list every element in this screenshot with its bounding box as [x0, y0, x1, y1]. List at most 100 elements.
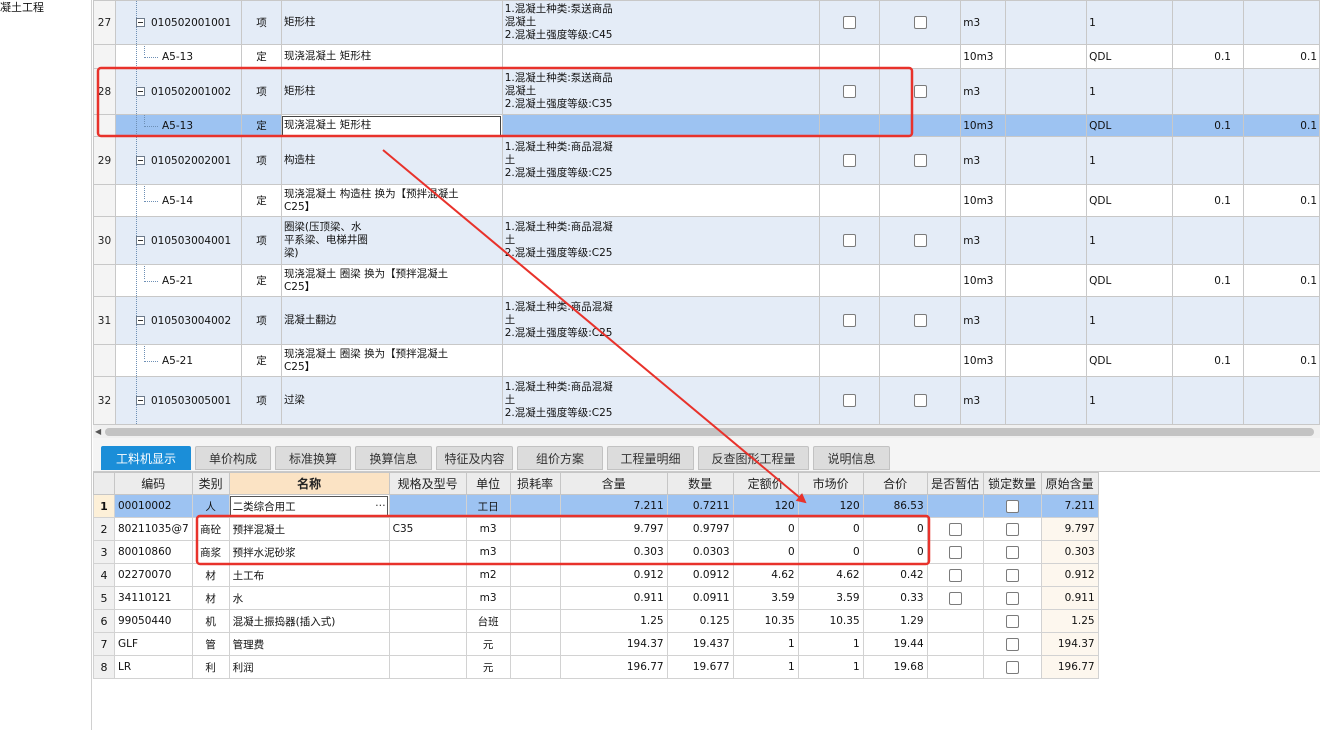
resource-spec[interactable]: C35: [388, 517, 467, 541]
code-cell[interactable]: 010502001001: [114, 0, 242, 45]
name-cell[interactable]: 现浇混凝土 矩形柱: [280, 114, 503, 137]
checkbox[interactable]: [913, 394, 927, 407]
resource-loss[interactable]: [509, 632, 561, 656]
bill-item-row[interactable]: 30 010503004001 项圈梁(压顶梁、水 平系梁、电梯井圈 梁) 1.混凝土…: [93, 216, 1320, 265]
feature-cell[interactable]: [501, 264, 821, 297]
estimate-checkbox[interactable]: [948, 522, 962, 536]
resource-qty[interactable]: 0.0303: [666, 540, 734, 564]
feature-cell[interactable]: [501, 184, 821, 217]
estimate-cell[interactable]: [926, 609, 984, 633]
quota-row[interactable]: A5-14 定现浇混凝土 构造柱 换为【预拌混凝土 C25】 10m3 QDL 0.1 0…: [93, 184, 1320, 217]
scroll-left-icon[interactable]: ◀: [95, 427, 101, 436]
quota-row[interactable]: A5-21 定现浇混凝土 圈梁 换为【预拌混凝土 C25】 10m3 QDL 0.1 0.…: [93, 344, 1320, 377]
item-flag-cell[interactable]: [879, 0, 962, 45]
checkbox[interactable]: [843, 394, 857, 407]
expr-cell[interactable]: 1: [1086, 68, 1174, 115]
code-cell[interactable]: A5-21: [114, 264, 242, 297]
column-header[interactable]: [93, 472, 115, 495]
feature-cell[interactable]: 1.混凝土种类:泵送商品 混凝土 2.混凝土强度等级:C35: [501, 68, 821, 115]
name-cell[interactable]: 混凝土翻边: [280, 296, 503, 345]
name-cell[interactable]: 过梁: [280, 376, 503, 425]
resource-spec[interactable]: [388, 540, 467, 564]
resource-row[interactable]: 6 99050440 机混凝土振捣器(插入式) 台班 1.25 0.125 10.35 10.…: [93, 609, 1099, 633]
lock-checkbox[interactable]: [1005, 637, 1019, 651]
resource-content[interactable]: 0.912: [559, 563, 668, 587]
resource-market-price[interactable]: 1: [797, 632, 864, 656]
checkbox[interactable]: [913, 234, 927, 247]
tab-3[interactable]: 换算信息: [355, 446, 432, 470]
estimate-cell[interactable]: [926, 655, 984, 679]
expr-cell[interactable]: QDL: [1086, 344, 1174, 377]
scrollbar-thumb[interactable]: [105, 428, 1314, 436]
column-header[interactable]: 损耗率: [509, 472, 561, 495]
column-header[interactable]: 市场价: [797, 472, 864, 495]
name-cell[interactable]: 矩形柱: [280, 68, 503, 115]
feature-cell[interactable]: 1.混凝土种类:泵送商品 混凝土 2.混凝土强度等级:C45: [501, 0, 821, 45]
estimate-cell[interactable]: [926, 494, 984, 518]
resource-qty[interactable]: 0.0912: [666, 563, 734, 587]
tab-1[interactable]: 单价构成: [195, 446, 271, 470]
resource-content[interactable]: 196.77: [559, 655, 668, 679]
item-flag-cell[interactable]: [879, 376, 962, 425]
feature-cell[interactable]: 1.混凝土种类:商品混凝 土 2.混凝土强度等级:C25: [501, 136, 821, 185]
resource-row[interactable]: 2 80211035@7 商砼 预拌混凝土 C35 m3 9.797 0.9797 0 0 0 9.7…: [93, 517, 1099, 541]
resource-loss[interactable]: [509, 586, 561, 610]
resource-loss[interactable]: [509, 540, 561, 564]
resource-code[interactable]: GLF: [114, 632, 193, 656]
resource-row[interactable]: 1 00010002 人二类综合用工 ··· 工日 7.211 0.7211 120 120 86…: [93, 494, 1099, 518]
item-flag-cell[interactable]: [879, 216, 962, 265]
collapse-icon[interactable]: [135, 17, 145, 27]
expr-cell[interactable]: 1: [1086, 376, 1174, 425]
resource-content[interactable]: 7.211: [559, 494, 668, 518]
resource-code[interactable]: 80010860: [114, 540, 193, 564]
checkbox[interactable]: [843, 154, 857, 167]
resource-qty[interactable]: 0.0911: [666, 586, 734, 610]
column-header[interactable]: 类别: [191, 472, 230, 495]
lock-checkbox[interactable]: [1005, 499, 1019, 513]
resource-name[interactable]: 管理费: [228, 632, 390, 656]
resource-loss[interactable]: [509, 609, 561, 633]
column-header[interactable]: 名称: [228, 472, 390, 495]
resource-code[interactable]: 02270070: [114, 563, 193, 587]
item-flag-cell[interactable]: [819, 376, 881, 425]
resource-spec[interactable]: [388, 563, 467, 587]
expr-cell[interactable]: 1: [1086, 0, 1174, 45]
resource-name[interactable]: 利润: [228, 655, 390, 679]
resource-name[interactable]: 二类综合用工 ···: [228, 494, 390, 518]
checkbox[interactable]: [843, 314, 857, 327]
lock-cell[interactable]: [982, 517, 1042, 541]
resource-name[interactable]: 土工布: [228, 563, 390, 587]
lock-cell[interactable]: [982, 563, 1042, 587]
resource-row[interactable]: 7 GLF 管管理费元 194.37 19.437 1 1 19.44 194.37: [93, 632, 1099, 656]
expr-cell[interactable]: QDL: [1086, 184, 1174, 217]
code-cell[interactable]: A5-14: [114, 184, 242, 217]
bill-item-row[interactable]: 31 010503004002 项混凝土翻边 1.混凝土种类:商品混凝 土 2.混凝土…: [93, 296, 1320, 345]
column-header[interactable]: 定额价: [732, 472, 799, 495]
resource-loss[interactable]: [509, 655, 561, 679]
estimate-cell[interactable]: [926, 632, 984, 656]
item-flag-cell[interactable]: [819, 68, 881, 115]
collapse-icon[interactable]: [135, 235, 145, 245]
expr-cell[interactable]: 1: [1086, 136, 1174, 185]
resource-qty[interactable]: 0.7211: [666, 494, 734, 518]
more-icon[interactable]: ···: [375, 499, 386, 512]
bill-item-row[interactable]: 27 010502001001 项矩形柱 1.混凝土种类:泵送商品 混凝土 2.混凝土…: [93, 0, 1320, 45]
expr-cell[interactable]: QDL: [1086, 264, 1174, 297]
lock-checkbox[interactable]: [1005, 568, 1019, 582]
bill-item-row[interactable]: 29 010502002001 项构造柱 1.混凝土种类:商品混凝 土 2.混凝土强度…: [93, 136, 1320, 185]
lock-cell[interactable]: [982, 540, 1042, 564]
code-cell[interactable]: 010503005001: [114, 376, 242, 425]
lock-checkbox[interactable]: [1005, 522, 1019, 536]
estimate-cell[interactable]: [926, 540, 984, 564]
column-header[interactable]: 原始含量: [1040, 472, 1099, 495]
resource-content[interactable]: 1.25: [559, 609, 668, 633]
resource-name[interactable]: 预拌混凝土: [228, 517, 390, 541]
collapse-icon[interactable]: [135, 86, 145, 96]
resource-code[interactable]: 00010002: [114, 494, 193, 518]
code-cell[interactable]: 010502002001: [114, 136, 242, 185]
checkbox[interactable]: [843, 85, 857, 98]
resource-market-price[interactable]: 1: [797, 655, 864, 679]
tab-5[interactable]: 组价方案: [517, 446, 603, 470]
resource-qty[interactable]: 0.9797: [666, 517, 734, 541]
quota-row[interactable]: A5-21 定现浇混凝土 圈梁 换为【预拌混凝土 C25】 10m3 QDL 0.1 0.…: [93, 264, 1320, 297]
